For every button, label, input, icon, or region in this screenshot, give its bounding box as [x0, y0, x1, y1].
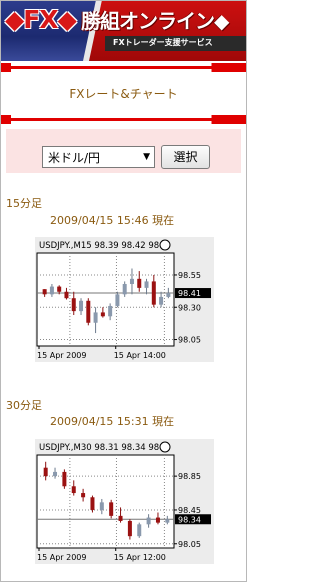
candle-body — [71, 298, 76, 312]
x-tick-label: 15 Apr 2009 — [37, 553, 86, 562]
page-frame: ◆FX◆ 勝組オンライン◆ FXトレーダー支援サービス FXレート&チャート 米… — [0, 0, 247, 582]
select-button[interactable]: 選択 — [161, 145, 210, 169]
chart-header-text: USDJPY.,M15 98.39 98.42 98 — [39, 241, 159, 251]
candle-body — [79, 300, 84, 312]
currency-select[interactable]: 米ドル/円 ▼ — [42, 146, 155, 168]
x-tick-label: 15 Apr 14:00 — [114, 351, 166, 360]
candle-body — [146, 517, 151, 525]
top-divider — [1, 63, 246, 72]
y-tick-label: 98.55 — [178, 271, 201, 280]
candle-body — [71, 486, 76, 494]
y-tick-label: 98.05 — [178, 336, 201, 345]
candle-body — [42, 289, 47, 295]
timestamp-m30: 2009/04/15 15:31 現在 — [50, 415, 175, 428]
candle-body — [49, 286, 54, 295]
chart-m30-svg: USDJPY.,M30 98.31 98.34 98 98.85 98.45 98.0… — [36, 441, 211, 562]
candle-body — [127, 520, 132, 537]
chart-status-icon — [159, 441, 171, 453]
y-tick-label: 98.45 — [178, 506, 201, 515]
candle-body — [108, 305, 113, 317]
candle-body — [90, 497, 95, 510]
y-tick-label: 98.85 — [178, 472, 201, 481]
period-label-m15: 15分足 — [6, 197, 42, 210]
candle-body — [155, 517, 160, 523]
candle-body — [151, 281, 156, 305]
candle-body — [43, 467, 48, 477]
currency-select-value: 米ドル/円 — [48, 151, 101, 165]
chart-m30[interactable]: USDJPY.,M30 98.31 98.34 98 98.85 98.45 98.0… — [35, 439, 214, 564]
chart-m15-svg: USDJPY.,M15 98.39 98.42 98 98.55 98.30 98.0… — [36, 239, 211, 360]
chart-status-icon — [159, 239, 171, 251]
candle-body — [137, 278, 142, 288]
page-title: FXレート&チャート — [69, 87, 178, 101]
candle-body — [129, 278, 134, 284]
plot-area — [36, 454, 175, 549]
candle-body — [57, 286, 62, 292]
candle-body — [144, 281, 149, 288]
site-title: 勝組オンライン◆ — [81, 9, 229, 33]
candle-body — [64, 291, 69, 299]
fx-logo: ◆FX◆ — [5, 5, 77, 34]
candle-body — [109, 502, 114, 516]
current-price-label: 98.41 — [178, 289, 201, 298]
period-label-m30: 30分足 — [6, 399, 42, 412]
chart-header-text: USDJPY.,M30 98.31 98.34 98 — [39, 443, 159, 453]
site-subtitle: FXトレーダー支援サービス — [113, 38, 213, 47]
x-tick-label: 15 Apr 2009 — [37, 351, 86, 360]
candle-body — [62, 471, 67, 487]
candle-body — [53, 471, 58, 477]
candle-body — [159, 296, 164, 305]
candle-body — [115, 294, 120, 306]
y-tick-label: 98.30 — [178, 303, 201, 312]
candle-body — [81, 493, 86, 498]
current-price-label: 98.34 — [178, 515, 201, 524]
timestamp-m15: 2009/04/15 15:46 現在 — [50, 214, 175, 227]
currency-selector-panel: 米ドル/円 ▼ 選択 — [6, 129, 241, 173]
candle-body — [122, 284, 127, 295]
candle-body — [166, 293, 171, 297]
chart-m15[interactable]: USDJPY.,M15 98.39 98.42 98 98.55 98.30 98.0… — [35, 237, 214, 362]
header-banner[interactable]: ◆FX◆ 勝組オンライン◆ FXトレーダー支援サービス — [1, 1, 246, 61]
x-tick-label: 15 Apr 12:00 — [114, 553, 166, 562]
candle-body — [93, 312, 98, 323]
candle-body — [118, 515, 123, 521]
candle-body — [165, 519, 170, 523]
chevron-down-icon[interactable]: ▼ — [143, 152, 150, 162]
candle-body — [99, 502, 104, 510]
y-tick-label: 98.05 — [178, 540, 201, 549]
candle-body — [137, 524, 142, 537]
candle-body — [100, 312, 105, 317]
candle-body — [86, 300, 91, 323]
title-divider — [1, 115, 246, 124]
